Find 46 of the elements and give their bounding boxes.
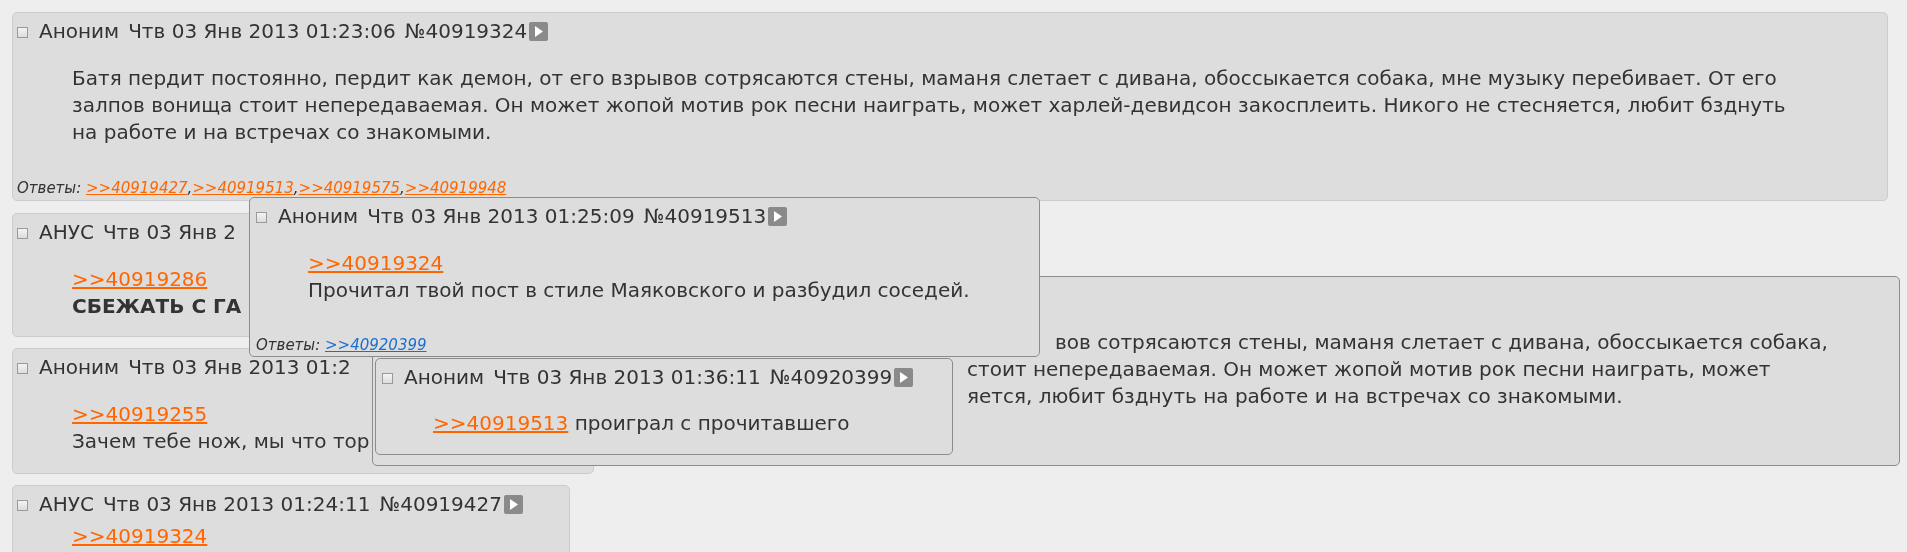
- poster-name: Аноним: [404, 364, 485, 391]
- post-number[interactable]: №40920399: [769, 362, 893, 392]
- post-number[interactable]: №40919324: [404, 16, 528, 46]
- poster-name: АНУС: [39, 219, 94, 246]
- reply-link[interactable]: >>40920399: [325, 336, 427, 354]
- post-checkbox[interactable]: [17, 500, 28, 511]
- poster-name: АНУС: [39, 491, 94, 518]
- post-checkbox[interactable]: [382, 373, 393, 384]
- post-text: Прочитал твой пост в стиле Маяковского и разбудил соседей.: [308, 277, 970, 304]
- reply-link[interactable]: >>40919255: [72, 402, 208, 426]
- post-number[interactable]: №40919427: [379, 489, 502, 519]
- reply-link[interactable]: >>40919513: [192, 179, 294, 197]
- poster-name: Аноним: [278, 203, 359, 230]
- reply-link[interactable]: >>40919513: [433, 411, 569, 435]
- poster-name: Аноним: [39, 354, 120, 381]
- play-icon[interactable]: [504, 494, 523, 514]
- post-text: вов сотрясаются стены, маманя слетает с дивана, обоссыкается собака,: [1055, 329, 1828, 356]
- replies-line: Ответы: >>40920399: [256, 336, 427, 354]
- post-text: Батя пердит постоянно, пердит как демон, от его взрывов сотрясаются стены, маманя слетает с дивана, обоссыкается собака, мне музыку перебивает. От его залпов вонища стоит непередаваемая. Он может жопой мотив рок песни наиграть, может харлей-девидсон закосплеить. Никого не стесняется, любит бзднуть на работе и на встречах со знакомыми.: [72, 65, 1786, 146]
- replies-line: Ответы: >>40919427,>>40919513,>>40919575,>>40919948: [17, 179, 507, 197]
- post-number[interactable]: №40919513: [643, 201, 767, 231]
- reply-link[interactable]: >>40919427: [86, 179, 188, 197]
- post-text: яется, любит бзднуть на работе и на встречах со знакомыми.: [967, 383, 1623, 410]
- play-icon[interactable]: [529, 21, 549, 41]
- play-icon[interactable]: [894, 367, 914, 387]
- post-date: Чтв 03 Янв 2013 01:25:09: [367, 203, 635, 230]
- reply-link[interactable]: >>40919286: [72, 267, 208, 291]
- post-date: Чтв 03 Янв 2013 01:2: [128, 354, 351, 381]
- post-text: СБЕЖАТЬ С ГА: [72, 293, 242, 320]
- poster-name: Аноним: [39, 18, 120, 45]
- post-checkbox[interactable]: [17, 363, 28, 374]
- reply-link[interactable]: >>40919948: [404, 179, 507, 197]
- post-checkbox[interactable]: [17, 27, 28, 38]
- reply-link[interactable]: >>40919324: [308, 251, 444, 275]
- post-text: Зачем тебе нож, мы что тор: [72, 428, 370, 455]
- post-date: Чтв 03 Янв 2013 01:24:11: [102, 491, 371, 518]
- post-checkbox[interactable]: [17, 228, 28, 239]
- post-date: Чтв 03 Янв 2013 01:23:06: [128, 18, 396, 45]
- play-icon[interactable]: [768, 206, 788, 226]
- post-date: Чтв 03 Янв 2013 01:36:11: [493, 364, 761, 391]
- reply-link[interactable]: >>40919575: [298, 179, 401, 197]
- post-text: стоит непередаваемая. Он может жопой мотив рок песни наиграть, может: [967, 356, 1771, 383]
- reply-link[interactable]: >>40919324: [72, 524, 208, 548]
- post-checkbox[interactable]: [256, 212, 267, 223]
- post-text: >>40919513 проиграл с прочитавшего: [433, 410, 850, 437]
- post-date: Чтв 03 Янв 2: [102, 219, 237, 246]
